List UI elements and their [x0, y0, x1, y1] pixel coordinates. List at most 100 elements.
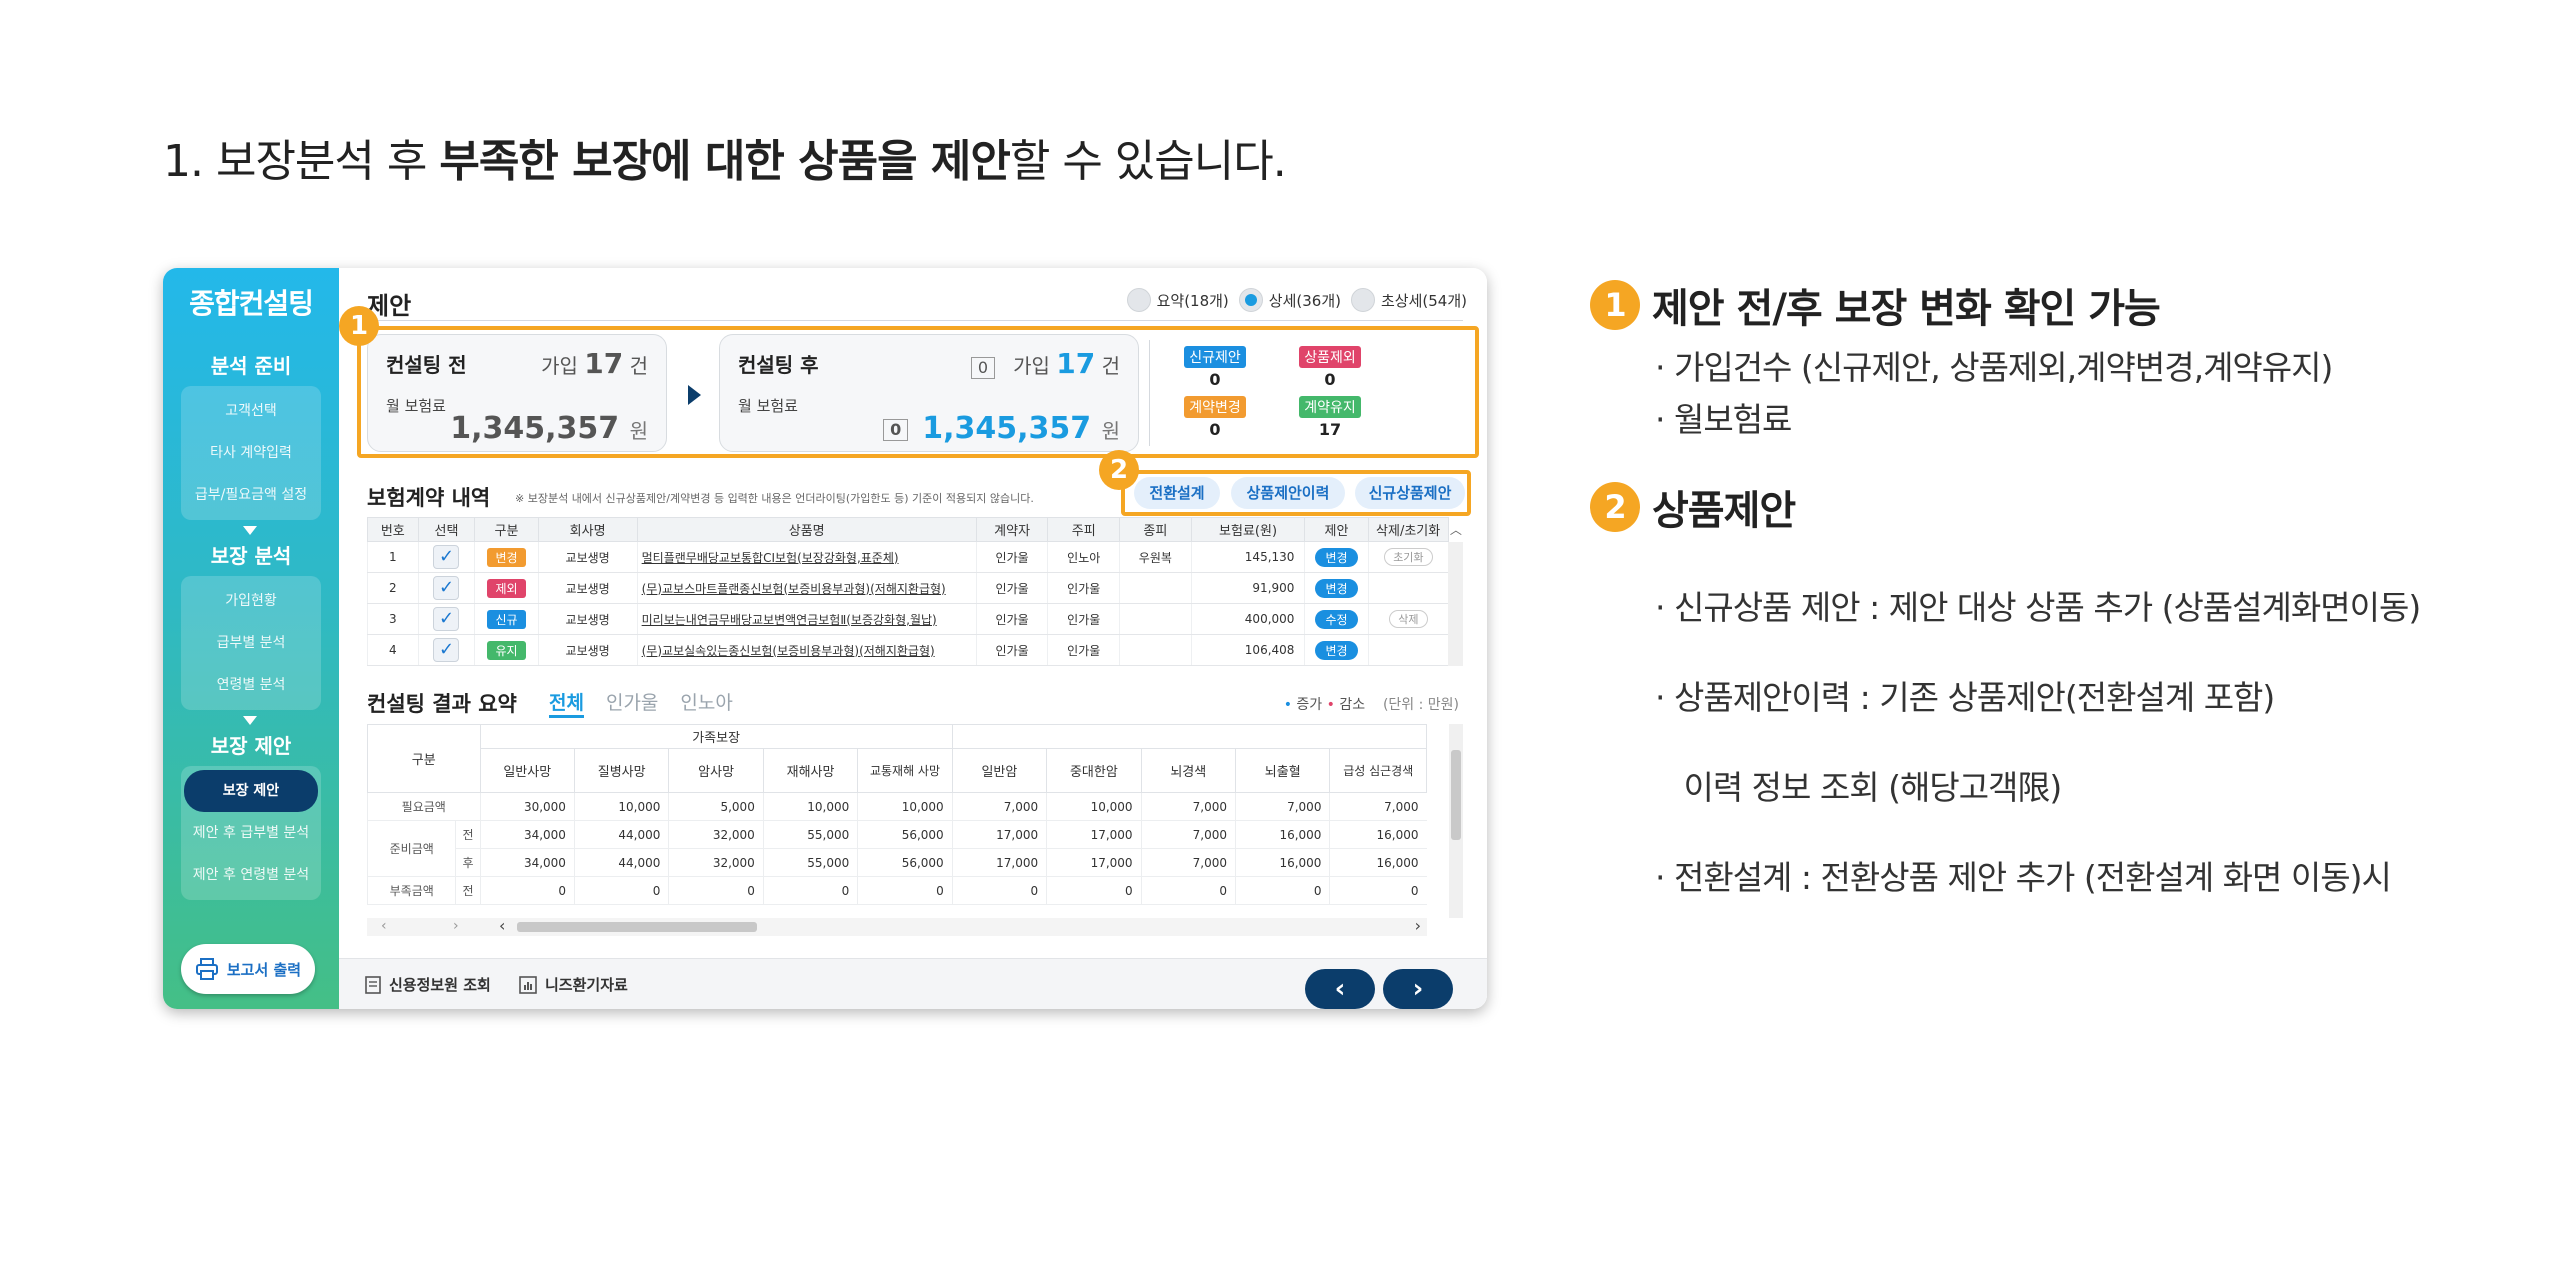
- scrollbar-thumb[interactable]: [1451, 750, 1461, 840]
- view-option-label: 상세(36개): [1268, 291, 1341, 310]
- checkbox-checked-icon[interactable]: ✓: [433, 576, 460, 600]
- row-product-link[interactable]: 미리보는내연금무배당교보변액연금보험Ⅱ(보증강화형,월납): [636, 603, 977, 635]
- sidebar-item-post-age[interactable]: 제안 후 연령별 분석: [181, 854, 321, 896]
- legend-increase: 증가: [1296, 697, 1323, 713]
- tab-all[interactable]: 전체: [549, 688, 584, 718]
- page-heading: 1. 보장분석 후 부족한 보장에 대한 상품을 제안할 수 있습니다.: [163, 125, 1287, 189]
- chevron-right-icon: ›: [1412, 974, 1424, 1004]
- desc-title-2: 상품제안: [1652, 488, 1796, 534]
- chevron-right-icon[interactable]: ›: [1415, 916, 1421, 935]
- sidebar-item-post-benefit[interactable]: 제안 후 급부별 분석: [181, 812, 321, 854]
- row-select[interactable]: ✓: [417, 603, 475, 635]
- view-option-label: 초상세(54개): [1381, 291, 1467, 310]
- row-type: 제외: [474, 572, 539, 604]
- table-row[interactable]: 1 ✓ 변경 교보생명 멀티플랜무배당교보통합CI보험(보장강화형,표준체) 인…: [367, 541, 1463, 666]
- heading-suffix: 할 수 있습니다.: [1009, 136, 1287, 187]
- scrollbar-thumb[interactable]: [517, 922, 757, 932]
- checkbox-checked-icon[interactable]: ✓: [433, 607, 460, 631]
- sidebar-item-benefit-analysis[interactable]: 급부별 분석: [181, 622, 321, 664]
- conversion-design-button[interactable]: 전환설계: [1134, 477, 1220, 509]
- cell: 0: [762, 876, 858, 905]
- col-header: 구분: [474, 517, 539, 542]
- summary-group-header-blank: [951, 724, 1428, 749]
- new-product-proposal-button[interactable]: 신규상품제안: [1355, 477, 1465, 509]
- summary-vertical-scrollbar[interactable]: [1449, 724, 1463, 918]
- row-select[interactable]: ✓: [417, 634, 475, 666]
- summary-group-row: 구분 가족보장: [367, 724, 1428, 793]
- summary-tabs: 전체 인가울 인노아: [549, 688, 733, 718]
- col-header: 재해사망: [762, 748, 859, 793]
- cell: 34,000: [479, 848, 575, 877]
- view-options: 요약(18개) 상세(36개) 초상세(54개): [1126, 288, 1467, 312]
- cell: 10,000: [573, 792, 669, 821]
- sidebar-item-status[interactable]: 가입현황: [181, 580, 321, 622]
- credit-info-link[interactable]: 신용정보원 조회: [365, 974, 491, 995]
- change-button[interactable]: 변경: [1315, 578, 1358, 598]
- cell: 17,000: [1046, 848, 1142, 877]
- radio-icon: [1351, 288, 1375, 312]
- table-row[interactable]: 4 ✓ 유지 교보생명 (무)교보실속있는종신보험(보증비용부과형)(저해지환급…: [367, 634, 1464, 666]
- reset-button[interactable]: 초기화: [1384, 548, 1433, 566]
- chevron-left-icon[interactable]: ‹: [499, 916, 505, 935]
- cell: 0: [1235, 876, 1330, 905]
- row-type: 유지: [474, 634, 539, 666]
- print-report-button[interactable]: 보고서 출력: [181, 944, 315, 994]
- row-sub-insured: 우원복: [1119, 541, 1192, 573]
- next-page-button[interactable]: ›: [1383, 969, 1453, 1009]
- summary-horizontal-scrollbar[interactable]: ‹ › ‹ ›: [367, 916, 1427, 936]
- row-product-link[interactable]: (무)교보스마트플랜종신보험(보증비용부과형)(저해지환급형): [636, 572, 977, 604]
- change-button[interactable]: 변경: [1315, 547, 1358, 567]
- prev-page-button[interactable]: ‹: [1305, 969, 1375, 1009]
- checkbox-checked-icon[interactable]: ✓: [433, 545, 460, 569]
- row-select[interactable]: ✓: [417, 572, 475, 604]
- cell: 55,000: [762, 848, 858, 877]
- vertical-scrollbar[interactable]: [1448, 541, 1463, 666]
- table-row: 후 34,000 44,000 32,000 55,000 56,000 17,000 17…: [368, 848, 1427, 877]
- scroll-up-icon[interactable]: ︿: [1448, 517, 1463, 542]
- sidebar-item-proposal[interactable]: 보장 제안: [184, 770, 318, 812]
- row-product-link[interactable]: 멀티플랜무배당교보통합CI보험(보장강화형,표준체): [636, 541, 977, 573]
- section-analysis-prep[interactable]: 분석 준비: [163, 350, 339, 379]
- cell: 16,000: [1329, 820, 1427, 849]
- sidebar-item-customer-select[interactable]: 고객선택: [181, 390, 321, 432]
- edit-button[interactable]: 수정: [1315, 609, 1358, 629]
- tab-person-1[interactable]: 인가울: [606, 688, 658, 718]
- row-select[interactable]: ✓: [417, 541, 475, 573]
- change-button[interactable]: 변경: [1315, 640, 1358, 660]
- table-row[interactable]: 3 ✓ 신규 교보생명 미리보는내연금무배당교보변액연금보험Ⅱ(보증강화형,월납…: [367, 603, 1464, 635]
- document-icon: [365, 975, 381, 994]
- scroll-left-icon[interactable]: ‹: [381, 918, 387, 934]
- heading-bold: 부족한 보장에 대한 상품을 제안: [439, 136, 1011, 187]
- row-insured: 인노아: [1047, 541, 1120, 573]
- needs-material-link[interactable]: 니즈환기자료: [519, 974, 628, 995]
- section-coverage-proposal[interactable]: 보장 제안: [163, 730, 339, 759]
- sidebar-item-other-contract[interactable]: 타사 계약입력: [181, 432, 321, 474]
- sidebar-item-age-analysis[interactable]: 연령별 분석: [181, 664, 321, 706]
- submenu-coverage-proposal: 보장 제안 제안 후 급부별 분석 제안 후 연령별 분석: [181, 766, 321, 900]
- cell: 44,000: [573, 848, 669, 877]
- desc-number-1: 1: [1590, 280, 1640, 330]
- cell: 0: [573, 876, 669, 905]
- type-tag: 변경: [487, 547, 526, 567]
- tab-person-2[interactable]: 인노아: [680, 688, 732, 718]
- view-option-summary[interactable]: 요약(18개): [1126, 288, 1229, 312]
- row-product-link[interactable]: (무)교보실속있는종신보험(보증비용부과형)(저해지환급형): [636, 634, 977, 666]
- scroll-right-icon[interactable]: ›: [453, 918, 459, 934]
- row-no: 1: [367, 541, 419, 573]
- contract-table: 번호 선택 구분 회사명 상품명 계약자 주피 종피 보험료(원) 제안 삭제/…: [367, 517, 1463, 666]
- sidebar-item-benefit-setting[interactable]: 급부/필요금액 설정: [181, 474, 321, 516]
- delete-button[interactable]: 삭제: [1389, 610, 1428, 628]
- section-coverage-analysis[interactable]: 보장 분석: [163, 540, 339, 569]
- proposal-history-button[interactable]: 상품제안이력: [1231, 477, 1345, 509]
- row-extra: [1367, 572, 1449, 604]
- cell: 16,000: [1235, 820, 1330, 849]
- row-label: 부족금액: [366, 876, 456, 905]
- row-label: 필요금액: [367, 792, 481, 821]
- callout-badge-1: 1: [339, 306, 379, 346]
- view-option-detail[interactable]: 상세(36개): [1238, 288, 1341, 312]
- chart-icon: [519, 975, 537, 994]
- view-option-full[interactable]: 초상세(54개): [1351, 288, 1467, 312]
- cell: 10,000: [762, 792, 858, 821]
- checkbox-checked-icon[interactable]: ✓: [433, 638, 460, 662]
- table-row[interactable]: 2 ✓ 제외 교보생명 (무)교보스마트플랜종신보험(보증비용부과형)(저해지환…: [367, 572, 1464, 604]
